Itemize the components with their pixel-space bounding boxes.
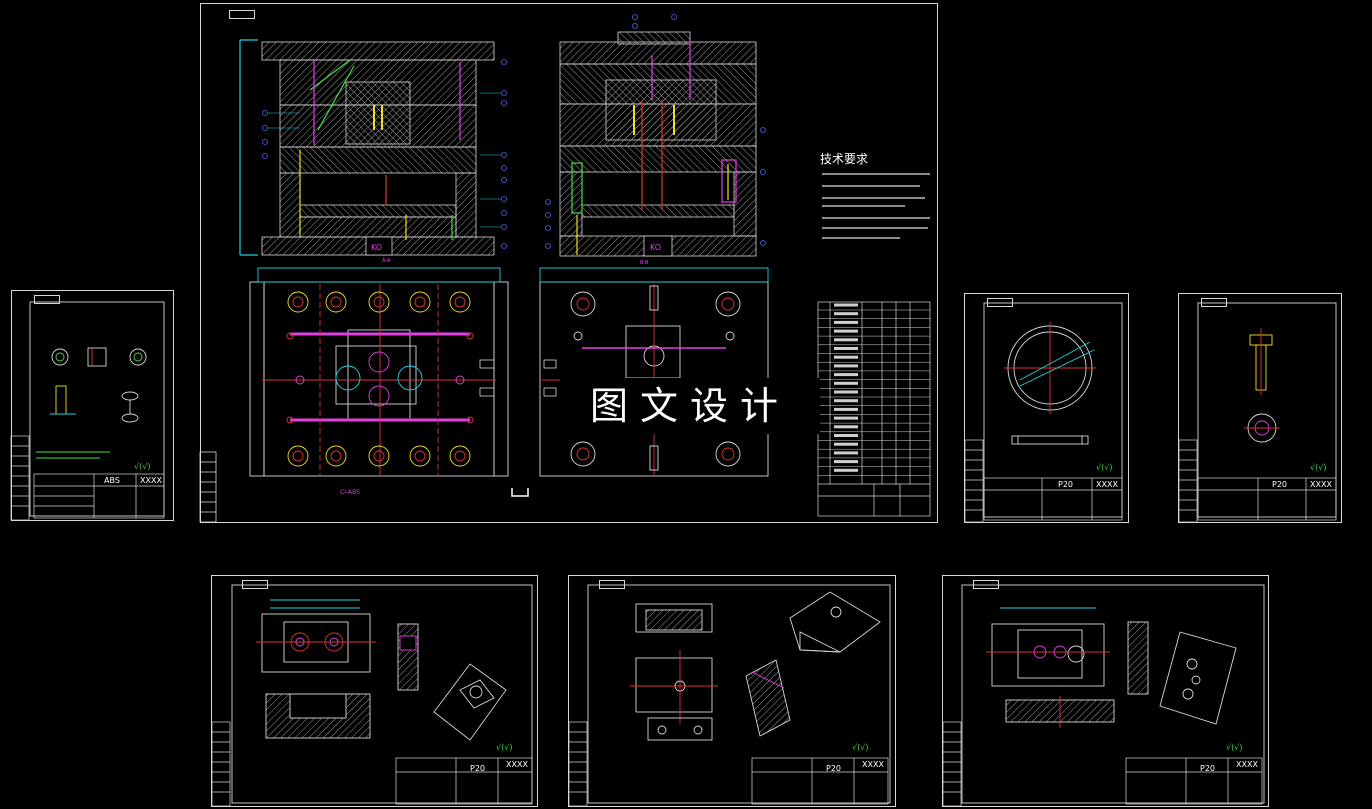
main-left-strip [199, 451, 217, 523]
part-code: XXXX [140, 476, 162, 485]
bom-row-text [834, 355, 858, 359]
bom-row-text [834, 468, 858, 472]
bom-row-text [834, 320, 858, 324]
svg-text:√(√): √(√) [496, 743, 512, 752]
svg-text:√(√): √(√) [1310, 463, 1326, 472]
section-a-label: A-A [382, 258, 391, 264]
bom-row-text [834, 303, 858, 307]
bottom2-material: P20 [826, 764, 842, 773]
bottom1-code: XXXX [506, 760, 528, 769]
bom-row-text [834, 442, 858, 446]
mold-spec-label: CI-ABS [340, 489, 360, 496]
bom-row-text [834, 338, 858, 342]
bom-row-text [834, 425, 858, 429]
bom-row-text [834, 364, 858, 368]
ring-material: P20 [1058, 480, 1074, 489]
bom-row-text [834, 399, 858, 403]
bom-row-text [834, 407, 858, 411]
plan-left-connectors [479, 359, 495, 397]
bom-rows [818, 303, 930, 476]
bom-row-text [834, 347, 858, 350]
watermark-text: 图文设计 [560, 378, 820, 434]
bottom1-content [231, 584, 533, 804]
section-view-left [261, 41, 495, 256]
bottom3-content [961, 584, 1265, 804]
plan-view-right [539, 267, 769, 477]
bom-row-text [834, 381, 858, 385]
svg-text:√(√): √(√) [1226, 743, 1242, 752]
bom-row-text [834, 390, 858, 394]
section-view-right [559, 31, 757, 257]
bom-row-text [834, 451, 858, 455]
bottom2-code: XXXX [862, 760, 884, 769]
ko-label-left: KO [371, 243, 382, 252]
part-material: ABS [104, 476, 120, 485]
bom-row-text [834, 312, 858, 316]
tech-requirements-title: 技术要求 [820, 152, 869, 166]
svg-text:√(√): √(√) [134, 462, 150, 471]
bottom3-material: P20 [1200, 764, 1216, 773]
svg-text:√(√): √(√) [852, 743, 868, 752]
bom-row-text [834, 434, 858, 437]
bom-row-text [834, 373, 858, 377]
pin-material: P20 [1272, 480, 1288, 489]
bom-row-text [834, 460, 858, 464]
pin-code: XXXX [1310, 480, 1332, 489]
tech-notes-lines [822, 173, 930, 239]
ring-code: XXXX [1096, 480, 1118, 489]
section-b-label: B-B [640, 260, 649, 266]
bom-row-text [834, 329, 858, 333]
bottom3-code: XXXX [1236, 760, 1258, 769]
bom-row-text [834, 416, 858, 420]
bottom1-material: P20 [470, 764, 486, 773]
bottom2-content [587, 584, 891, 804]
svg-text:√(√): √(√) [1096, 463, 1112, 472]
ko-label-right: KO [650, 243, 661, 252]
